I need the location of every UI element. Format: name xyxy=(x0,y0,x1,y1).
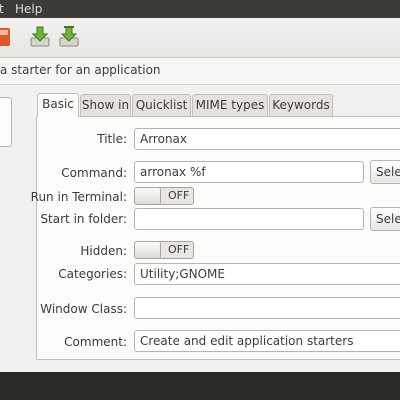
switch-knob xyxy=(135,188,161,204)
switch-knob xyxy=(135,242,161,258)
run-in-terminal-label: Run in Terminal: xyxy=(30,190,127,204)
export-button[interactable] xyxy=(57,24,81,50)
main-content: Basic Show in Quicklist MIME types Keywo… xyxy=(0,85,400,372)
import-icon xyxy=(30,26,50,47)
run-in-terminal-switch[interactable]: OFF xyxy=(134,187,194,205)
menu-edit[interactable]: t xyxy=(0,2,4,16)
categories-field[interactable]: Utility;GNOME xyxy=(134,263,400,285)
title-label: Title: xyxy=(97,132,127,146)
command-select-button[interactable]: Selec xyxy=(370,160,400,184)
command-field[interactable]: arronax %f xyxy=(134,161,364,183)
tab-show-in[interactable]: Show in xyxy=(80,94,131,116)
desktop-background xyxy=(0,372,400,400)
new-document-button[interactable] xyxy=(0,24,14,50)
tab-mime-types[interactable]: MIME types xyxy=(192,94,268,116)
banner-text: a starter for an application xyxy=(0,63,161,77)
start-in-folder-field[interactable] xyxy=(134,208,364,230)
document-icon xyxy=(0,28,10,46)
starter-icon-button[interactable] xyxy=(0,97,12,147)
info-banner: a starter for an application xyxy=(0,58,400,85)
command-label: Command: xyxy=(61,166,127,180)
tab-keywords[interactable]: Keywords xyxy=(269,94,333,116)
tab-quicklist[interactable]: Quicklist xyxy=(132,94,191,116)
window-class-label: Window Class: xyxy=(40,302,127,316)
start-in-folder-label: Start in folder: xyxy=(40,212,127,226)
basic-panel xyxy=(36,116,400,360)
menu-help[interactable]: Help xyxy=(15,2,42,16)
hidden-switch[interactable]: OFF xyxy=(134,241,194,259)
switch-state: OFF xyxy=(168,189,190,202)
menu-bar: t Help xyxy=(0,0,400,18)
window-class-field[interactable] xyxy=(134,297,400,319)
title-field[interactable]: Arronax xyxy=(134,128,400,150)
categories-label: Categories: xyxy=(58,267,127,281)
toolbar xyxy=(0,18,400,58)
export-icon xyxy=(59,26,79,47)
tab-basic[interactable]: Basic xyxy=(37,93,79,117)
hidden-label: Hidden: xyxy=(80,244,127,258)
comment-label: Comment: xyxy=(64,335,127,349)
import-button[interactable] xyxy=(28,24,52,50)
folder-select-button[interactable]: Selec xyxy=(370,207,400,231)
comment-field[interactable]: Create and edit application starters xyxy=(134,330,400,352)
switch-state: OFF xyxy=(168,243,190,256)
